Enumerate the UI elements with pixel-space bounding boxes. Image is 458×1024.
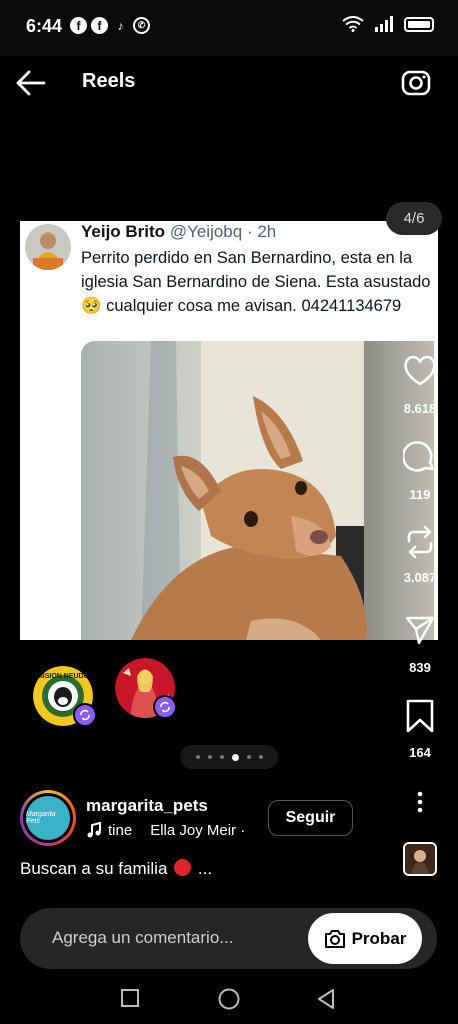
reel-caption[interactable]: Buscan a su familia ... <box>20 859 212 879</box>
audio-title: tine <box>108 822 133 839</box>
post-author-handle: @Yeijobq <box>169 222 243 241</box>
tiktok-icon: ♪ <box>117 18 124 33</box>
author-avatar[interactable]: Margarita Pets <box>20 790 76 846</box>
share-action[interactable]: 839 <box>392 614 448 675</box>
home-icon[interactable] <box>217 988 241 1010</box>
comment-bar[interactable]: Agrega un comentario... Probar <box>20 908 437 969</box>
author-username[interactable]: margarita_pets <box>86 796 208 816</box>
carousel-dot <box>219 755 224 759</box>
caption-text: Buscan a su familia <box>20 859 168 878</box>
post-text: Perrito perdido en San Bernardino, esta … <box>81 249 431 315</box>
status-time: 6:44 <box>26 16 63 36</box>
header: Reels <box>0 56 458 112</box>
like-count: 8.618 <box>403 401 437 416</box>
post-time: · 2h <box>246 222 277 241</box>
post-author-avatar <box>25 224 71 270</box>
status-bar: 6:44 f f ♪ ✆ <box>0 0 458 56</box>
repost-count: 3.087 <box>403 570 437 585</box>
carousel-dots <box>180 745 278 769</box>
like-action[interactable]: 8.618 <box>392 355 448 416</box>
comment-action[interactable]: 119 <box>392 441 448 502</box>
red-circle-icon <box>174 859 192 876</box>
repost-action[interactable]: 3.087 <box>392 525 448 585</box>
wifi-icon <box>342 16 364 32</box>
status-indicators <box>342 16 434 32</box>
send-icon[interactable] <box>404 614 436 646</box>
carousel-dot <box>258 755 263 759</box>
save-count: 164 <box>409 745 431 760</box>
status-app-icons: f f ♪ ✆ <box>70 17 150 34</box>
page-title: Reels <box>82 70 136 92</box>
heart-icon[interactable] <box>403 355 437 387</box>
follow-button[interactable]: Seguir <box>268 800 353 836</box>
comment-icon[interactable] <box>403 441 437 475</box>
reel-media[interactable]: Yeijo Brito @Yeijobq · 2h Perrito perdid… <box>20 221 438 640</box>
author-avatar-logo: Margarita Pets <box>26 796 70 840</box>
repost-badge-icon <box>153 695 177 719</box>
caption-more[interactable]: ... <box>198 859 212 878</box>
post-author: Yeijo Brito @Yeijobq · 2h <box>81 222 276 242</box>
whatsapp-icon: ✆ <box>133 17 150 34</box>
carousel-counter: 4/6 <box>386 202 442 235</box>
music-note-icon <box>87 822 101 838</box>
save-action[interactable]: 164 <box>392 699 448 760</box>
carousel-dot-active <box>231 753 239 761</box>
tag-mision-neudo-label: MISION NEUDO <box>37 673 90 680</box>
bookmark-icon[interactable] <box>405 699 435 733</box>
audio-artist: Ella Joy Meir · <box>150 822 246 839</box>
back-nav-icon[interactable] <box>316 988 336 1010</box>
dog-photo <box>81 341 434 640</box>
audio-info[interactable]: tine Ella Joy Meir · <box>108 822 253 839</box>
camera-icon <box>324 929 345 948</box>
repost-badge-icon <box>73 703 97 727</box>
probar-label: Probar <box>351 928 407 948</box>
share-count: 839 <box>409 660 431 675</box>
more-options-icon[interactable] <box>410 790 430 814</box>
repost-icon[interactable] <box>404 525 436 559</box>
battery-icon <box>404 16 434 32</box>
arrow-left-icon[interactable] <box>14 66 48 100</box>
audio-thumbnail[interactable] <box>403 842 437 876</box>
carousel-dot <box>195 755 200 759</box>
comment-count: 119 <box>409 487 431 502</box>
system-nav-bar <box>0 972 458 1024</box>
facebook-icon: f <box>70 17 87 34</box>
probar-button[interactable]: Probar <box>308 913 422 964</box>
carousel-dot <box>246 755 251 759</box>
recents-icon[interactable] <box>120 988 140 1008</box>
signal-icon <box>375 16 393 32</box>
facebook-icon: f <box>91 17 108 34</box>
camera-icon[interactable] <box>400 66 432 98</box>
post-author-name: Yeijo Brito <box>81 222 166 241</box>
carousel-dot <box>207 755 212 759</box>
comment-input[interactable]: Agrega un comentario... <box>52 928 233 948</box>
